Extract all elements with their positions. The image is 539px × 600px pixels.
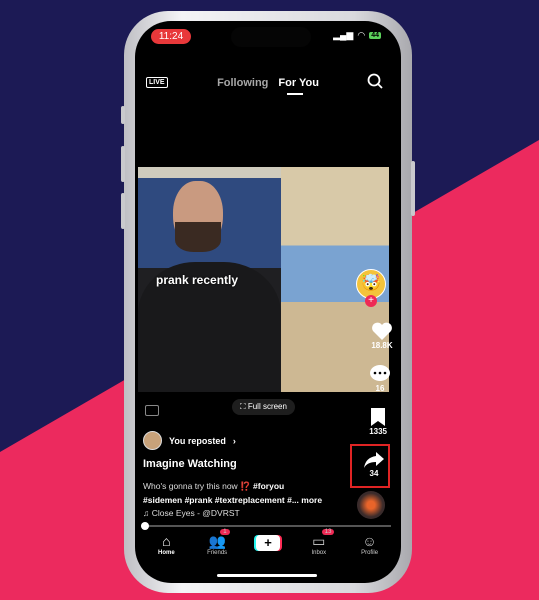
nav-friends[interactable]: 👥 1 Friends bbox=[197, 529, 237, 556]
feed-tabs: Following For You bbox=[135, 77, 401, 89]
video-left-panel: prank recently bbox=[138, 167, 281, 392]
screen: 11:24 ▂▄▆ ◠ 44 LIVE Following For You prank… bbox=[135, 21, 401, 583]
hashtag-foryou[interactable]: #foryou bbox=[253, 481, 284, 491]
share-count: 34 bbox=[369, 469, 379, 478]
dynamic-island bbox=[231, 27, 311, 47]
signal-icon: ▂▄▆ bbox=[333, 30, 354, 40]
music-title: Close Eyes - @DVRST bbox=[151, 508, 240, 518]
tab-for-you[interactable]: For You bbox=[278, 77, 319, 89]
save-count: 1335 bbox=[369, 427, 387, 436]
tab-following[interactable]: Following bbox=[217, 77, 268, 89]
inbox-badge: 13 bbox=[321, 529, 335, 535]
share-icon bbox=[364, 452, 384, 468]
wifi-icon: ◠ bbox=[357, 30, 366, 40]
status-time: 11:24 bbox=[151, 29, 191, 44]
bookmark-icon bbox=[371, 408, 386, 426]
full-screen-button[interactable]: ⛶ Full screen bbox=[232, 399, 295, 415]
comment-count: 16 bbox=[375, 384, 385, 393]
comment-icon bbox=[370, 365, 390, 381]
search-icon[interactable] bbox=[367, 73, 383, 94]
post-description: Who's gonna try this now ⁉️ #foryou #side… bbox=[143, 479, 343, 507]
active-tab-indicator bbox=[287, 93, 303, 95]
repost-label: You reposted bbox=[169, 435, 226, 446]
power-button bbox=[411, 161, 415, 216]
nav-label: Home bbox=[158, 550, 175, 556]
repost-info[interactable]: You reposted › bbox=[143, 431, 236, 450]
heart-icon bbox=[372, 322, 392, 340]
friends-icon: 👥 bbox=[208, 533, 226, 549]
user-avatar bbox=[143, 431, 162, 450]
nav-label: Profile bbox=[361, 550, 379, 556]
nav-inbox[interactable]: ▭ 13 Inbox bbox=[299, 529, 339, 556]
progress-handle[interactable] bbox=[141, 522, 149, 530]
volume-down bbox=[121, 193, 125, 229]
video-player[interactable]: prank recently bbox=[138, 167, 389, 392]
hashtags[interactable]: #sidemen #prank #textreplacement #... bbox=[143, 495, 299, 505]
save-button[interactable]: 1335 bbox=[369, 407, 387, 436]
music-info[interactable]: ♫ Close Eyes - @DVRST bbox=[143, 508, 240, 518]
follow-button[interactable]: + bbox=[365, 295, 377, 307]
home-icon: ⌂ bbox=[162, 533, 171, 549]
chevron-right-icon: › bbox=[232, 435, 236, 446]
like-button[interactable]: 18.8K bbox=[371, 321, 393, 350]
post-title: Imagine Watching bbox=[143, 458, 237, 470]
nav-label: Inbox bbox=[311, 550, 327, 556]
profile-icon: ☺ bbox=[362, 533, 377, 549]
like-count: 18.8K bbox=[371, 341, 393, 350]
more-link[interactable]: more bbox=[301, 495, 322, 505]
nav-create[interactable]: + bbox=[248, 533, 288, 556]
full-screen-label: Full screen bbox=[247, 402, 287, 411]
battery-icon: 44 bbox=[369, 32, 381, 39]
music-disc[interactable] bbox=[357, 491, 385, 519]
nav-profile[interactable]: ☺ Profile bbox=[350, 533, 390, 556]
status-icons: ▂▄▆ ◠ 44 bbox=[333, 30, 381, 41]
expand-icon: ⛶ bbox=[240, 402, 248, 411]
nav-home[interactable]: ⌂ Home bbox=[146, 533, 186, 556]
description-text: Who's gonna try this now bbox=[143, 481, 238, 491]
nav-label: Friends bbox=[207, 550, 228, 556]
bottom-nav: ⌂ Home 👥 1 Friends + ▭ 13 Inbox ☺ Profile bbox=[135, 529, 401, 556]
emoji: ⁉️ bbox=[240, 481, 251, 491]
captions-icon[interactable] bbox=[145, 405, 159, 416]
video-progress-bar[interactable] bbox=[141, 525, 391, 527]
comment-button[interactable]: 16 bbox=[369, 364, 391, 393]
plus-icon: + bbox=[255, 535, 280, 551]
video-caption: prank recently bbox=[156, 273, 239, 287]
volume-up bbox=[121, 146, 125, 182]
music-note-icon: ♫ bbox=[143, 508, 152, 518]
inbox-icon: ▭ bbox=[312, 533, 326, 549]
share-button[interactable]: 34 bbox=[363, 451, 385, 478]
mute-switch bbox=[121, 106, 125, 124]
home-indicator[interactable] bbox=[217, 574, 317, 577]
friends-badge: 1 bbox=[220, 529, 230, 535]
phone-frame: 11:24 ▂▄▆ ◠ 44 LIVE Following For You prank… bbox=[121, 11, 415, 593]
